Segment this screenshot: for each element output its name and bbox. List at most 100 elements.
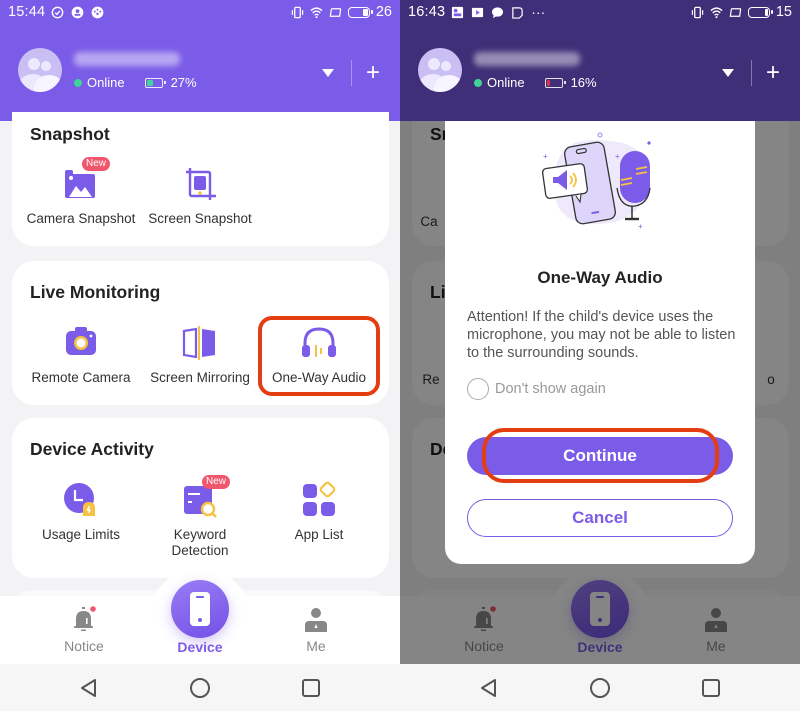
nav-device-label[interactable]: Device [160, 639, 240, 655]
check-circle-icon [51, 6, 64, 18]
screen-snapshot-icon [186, 168, 216, 200]
image-app-icon [452, 6, 464, 18]
recents-icon[interactable] [700, 677, 722, 699]
battery-icon [347, 6, 373, 18]
section-title: Snapshot [30, 124, 110, 144]
app-header: 15:44 26 Online 27% + [0, 0, 400, 121]
sim-icon [329, 7, 342, 17]
status-time: 15:44 [8, 4, 46, 20]
device-battery-level: 16% [570, 75, 597, 90]
account-icon [71, 6, 84, 18]
app-header: 16:43 ··· 15 Online 16% + [400, 0, 800, 121]
back-icon[interactable] [78, 677, 100, 699]
checkbox-circle-icon[interactable] [467, 378, 489, 400]
avatar [418, 48, 462, 92]
header-divider [750, 60, 752, 86]
tile-label-line1: Keyword [173, 527, 227, 542]
nav-label: Me [306, 638, 326, 654]
card-device-activity: Device Activity Usage Limits New Keyword… [12, 418, 389, 578]
vibrate-icon [691, 6, 704, 18]
device-battery-level: 27% [170, 75, 197, 90]
device-name-redacted [74, 52, 180, 66]
vibrate-icon [291, 6, 304, 18]
status-battery-level: 15 [775, 4, 792, 20]
wifi-icon [710, 6, 723, 18]
one-way-audio-dialog: + + + One-Way Audio Attention! If the ch… [445, 101, 755, 564]
status-bar: 15:44 26 [0, 0, 400, 24]
sim-card-icon [512, 6, 524, 19]
card-snapshot: Snapshot New Camera Snapshot Screen Snap… [12, 112, 389, 246]
highlight-continue [482, 428, 719, 483]
online-dot-icon [474, 78, 482, 87]
app-list-icon [303, 481, 336, 516]
svg-text:+: + [638, 222, 643, 231]
nav-me[interactable]: Me [276, 606, 356, 654]
tile-keyword-detection[interactable]: New Keyword Detection [141, 475, 259, 559]
home-icon[interactable] [189, 677, 211, 699]
dialog-title: One-Way Audio [537, 268, 663, 287]
checkbox-label: Don't show again [495, 381, 606, 397]
tile-usage-limits[interactable]: Usage Limits [22, 480, 140, 543]
tile-app-list[interactable]: App List [260, 480, 378, 543]
usage-limits-icon [64, 483, 95, 516]
tile-camera-snapshot[interactable]: New Camera Snapshot [22, 157, 140, 227]
remote-camera-icon [66, 327, 96, 355]
device-battery-icon [544, 77, 566, 88]
dont-show-again-checkbox[interactable]: Don't show again [467, 378, 606, 400]
device-profile[interactable]: Online 27% [18, 48, 197, 92]
status-time: 16:43 [408, 4, 446, 20]
new-badge: New [82, 157, 111, 171]
battery-icon [747, 6, 773, 18]
dialog-message: Attention! If the child's device uses th… [467, 309, 736, 361]
nav-notice[interactable]: Notice [44, 606, 124, 654]
device-profile[interactable]: Online 16% [418, 48, 597, 92]
new-badge: New [202, 475, 231, 489]
tile-label: Screen Mirroring [150, 370, 250, 385]
highlight-one-way-audio [258, 316, 380, 396]
add-device-button[interactable]: + [366, 61, 380, 85]
tile-label: Camera Snapshot [26, 211, 136, 226]
section-title: Device Activity [30, 439, 154, 459]
tile-label-line2: Detection [171, 543, 229, 558]
chat-icon [492, 6, 504, 18]
header-divider [350, 60, 352, 86]
device-battery-icon [144, 77, 166, 88]
bell-icon [74, 606, 96, 631]
nav-device[interactable] [171, 580, 229, 638]
recents-icon[interactable] [300, 677, 322, 699]
device-switcher-dropdown-icon[interactable] [321, 69, 334, 77]
tile-label: Usage Limits [41, 527, 121, 542]
tile-label: Screen Snapshot [148, 211, 252, 226]
tile-screen-mirroring[interactable]: Screen Mirroring [141, 323, 259, 386]
phone-icon [190, 592, 210, 626]
left-screen: 15:44 26 Online 27% + Snapshot New Camer… [0, 0, 400, 711]
online-dot-icon [74, 78, 82, 87]
back-icon[interactable] [478, 677, 500, 699]
screen-mirroring-icon [182, 326, 215, 360]
online-status: Online [487, 75, 525, 90]
cancel-button[interactable]: Cancel [467, 499, 733, 537]
status-bar: 16:43 ··· 15 [400, 0, 800, 24]
device-name-redacted [474, 52, 580, 66]
online-status: Online [87, 75, 125, 90]
wifi-icon [310, 6, 323, 18]
svg-text:+: + [615, 152, 620, 161]
device-switcher-dropdown-icon[interactable] [721, 69, 734, 77]
youtube-icon [472, 7, 484, 17]
section-title: Live Monitoring [30, 282, 161, 302]
sim-icon [729, 7, 742, 17]
status-battery-level: 26 [375, 4, 392, 20]
audio-illustration-icon: + + + [541, 132, 651, 231]
tile-label: Remote Camera [31, 370, 131, 385]
add-device-button[interactable]: + [766, 61, 780, 85]
card-live-monitoring: Live Monitoring Remote Camera Screen Mir… [12, 261, 389, 405]
system-nav-bar [400, 664, 800, 711]
avatar [18, 48, 62, 92]
speedometer-icon [91, 6, 104, 18]
tile-screen-snapshot[interactable]: Screen Snapshot [141, 164, 259, 227]
home-icon[interactable] [589, 677, 611, 699]
tile-remote-camera[interactable]: Remote Camera [22, 323, 140, 386]
nav-label: Notice [64, 638, 104, 654]
person-icon [305, 608, 327, 632]
more-dots-icon: ··· [531, 4, 546, 20]
